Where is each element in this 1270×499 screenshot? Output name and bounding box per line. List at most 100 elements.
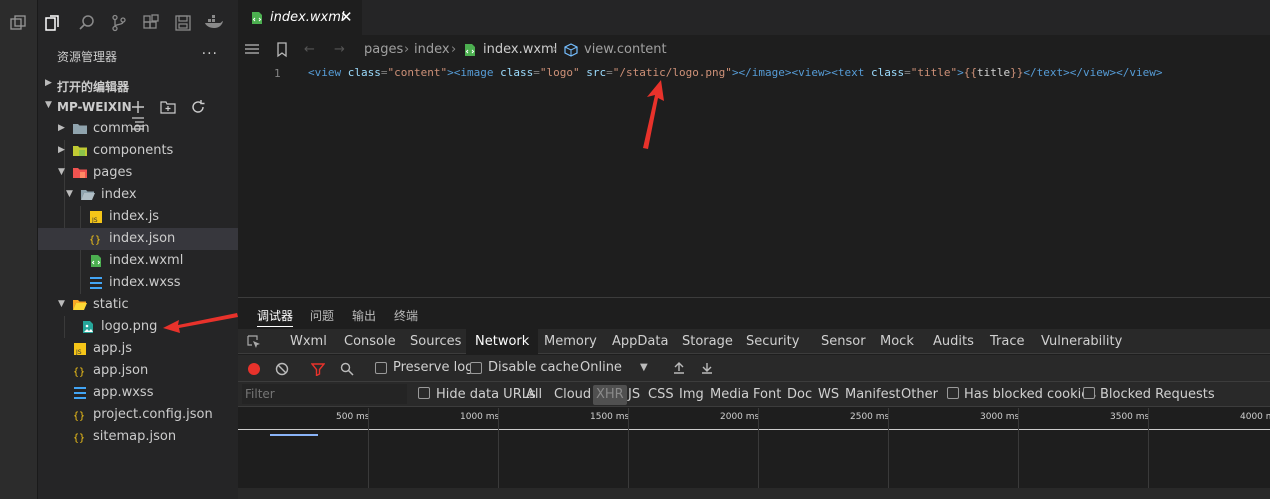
code-token: ></image><view><text xyxy=(731,66,872,79)
search-icon[interactable] xyxy=(78,14,96,32)
tab-problems[interactable]: 问题 xyxy=(310,307,334,324)
code-token: class xyxy=(500,66,534,79)
throttle-select[interactable]: Online xyxy=(580,360,622,375)
filter-type-xhr[interactable]: XHR xyxy=(593,385,627,405)
tree-item-app-wxss[interactable]: app.wxss xyxy=(38,382,238,404)
tree-item-index-json[interactable]: {} index.json xyxy=(38,228,238,250)
tree-item-label: app.js xyxy=(93,341,132,356)
network-timeline[interactable]: 500 ms 1000 ms 1500 ms 2000 ms 2500 ms 3… xyxy=(238,408,1270,499)
search-icon[interactable] xyxy=(340,362,354,376)
filter-type-js[interactable]: JS xyxy=(628,387,640,402)
open-editors-section[interactable]: ▶ 打开的编辑器 xyxy=(38,74,238,96)
tab-index-wxml[interactable]: index.wxml ✕ xyxy=(238,0,362,35)
tree-item-sitemap-json[interactable]: {} sitemap.json xyxy=(38,426,238,448)
filter-type-all[interactable]: All xyxy=(526,387,542,402)
breadcrumb-item[interactable]: pages xyxy=(364,42,403,57)
blocked-requests-checkbox[interactable] xyxy=(1083,387,1095,399)
code-token: = xyxy=(380,66,388,79)
new-file-icon[interactable] xyxy=(130,99,146,115)
filter-type-css[interactable]: CSS xyxy=(648,387,674,402)
tab-debugger[interactable]: 调试器 xyxy=(257,307,294,327)
devtools-tab-wxml[interactable]: Wxml xyxy=(290,329,327,354)
bookmark-icon[interactable] xyxy=(276,42,288,58)
svg-text:JS: JS xyxy=(91,217,98,224)
more-actions-button[interactable]: ··· xyxy=(202,46,218,62)
tree-item-label: index.js xyxy=(109,209,160,224)
devtools-tab-sources[interactable]: Sources xyxy=(410,329,461,354)
filter-type-ws[interactable]: WS xyxy=(818,387,839,402)
docker-icon[interactable] xyxy=(204,14,224,32)
tree-item-label: static xyxy=(93,297,129,312)
tree-item-components[interactable]: ▶ components xyxy=(38,140,238,162)
devtools-tab-network[interactable]: Network xyxy=(466,329,539,354)
tree-item-index-wxss[interactable]: index.wxss xyxy=(38,272,238,294)
timeline-label: 2000 ms xyxy=(720,412,760,422)
breadcrumb-item[interactable]: index.wxml xyxy=(483,42,557,57)
tree-item-static[interactable]: ▼ static xyxy=(38,294,238,316)
devtools-tab-memory[interactable]: Memory xyxy=(544,329,597,354)
devtools-tab-vulnerability[interactable]: Vulnerability xyxy=(1041,329,1122,354)
tree-item-index-js[interactable]: JS index.js xyxy=(38,206,238,228)
devtools-tab-storage[interactable]: Storage xyxy=(682,329,733,354)
new-folder-icon[interactable] xyxy=(160,99,176,115)
tree-item-project-config[interactable]: {} project.config.json xyxy=(38,404,238,426)
filter-type-doc[interactable]: Doc xyxy=(787,387,812,402)
filter-type-media[interactable]: Media xyxy=(710,387,749,402)
back-arrow-icon[interactable]: ← xyxy=(304,42,315,57)
filter-type-img[interactable]: Img xyxy=(679,387,704,402)
window-icon[interactable] xyxy=(9,14,27,32)
download-icon[interactable] xyxy=(700,361,714,375)
save-icon[interactable] xyxy=(174,14,192,32)
tree-item-common[interactable]: ▶ common xyxy=(38,118,238,140)
project-section[interactable]: ▼ MP-WEIXIN xyxy=(38,96,238,130)
activity-bar xyxy=(0,0,38,499)
devtools-tab-appdata[interactable]: AppData xyxy=(612,329,668,354)
record-icon[interactable] xyxy=(247,362,261,376)
filter-type-manifest[interactable]: Manifest xyxy=(845,387,900,402)
filter-row: Hide data URLs All Cloud XHR JS CSS Img … xyxy=(238,382,1270,407)
timeline-gridline xyxy=(1148,408,1149,499)
filter-type-other[interactable]: Other xyxy=(901,387,938,402)
folder-icon xyxy=(73,124,87,134)
tree-item-pages[interactable]: ▼ pages xyxy=(38,162,238,184)
source-control-icon[interactable] xyxy=(110,14,128,32)
preserve-log-checkbox[interactable] xyxy=(375,362,387,374)
code-line[interactable]: <view class="content"><image class="logo… xyxy=(308,66,1162,79)
tree-item-logo-png[interactable]: logo.png xyxy=(38,316,238,338)
inspect-element-icon[interactable] xyxy=(247,335,261,349)
filter-icon[interactable] xyxy=(311,362,325,376)
tab-terminal[interactable]: 终端 xyxy=(394,307,418,324)
list-icon[interactable] xyxy=(244,43,260,57)
devtools-tab-console[interactable]: Console xyxy=(344,329,396,354)
tab-output[interactable]: 输出 xyxy=(352,307,376,324)
clear-icon[interactable] xyxy=(275,362,289,376)
filter-type-font[interactable]: Font xyxy=(753,387,781,402)
devtools-tab-mock[interactable]: Mock xyxy=(880,329,914,354)
refresh-icon[interactable] xyxy=(190,99,206,115)
breadcrumb-item[interactable]: index xyxy=(414,42,450,57)
devtools-tab-trace[interactable]: Trace xyxy=(990,329,1025,354)
forward-arrow-icon[interactable]: → xyxy=(334,42,345,57)
extensions-icon[interactable] xyxy=(142,14,160,32)
close-icon[interactable]: ✕ xyxy=(340,8,353,26)
devtools-tab-sensor[interactable]: Sensor xyxy=(821,329,866,354)
timeline-label: 4000 ms xyxy=(1240,412,1270,422)
tree-item-index-folder[interactable]: ▼ index xyxy=(38,184,238,206)
tree-item-index-wxml[interactable]: index.wxml xyxy=(38,250,238,272)
disable-cache-checkbox[interactable] xyxy=(470,362,482,374)
explorer-icon[interactable] xyxy=(44,14,62,32)
hide-data-urls-label: Hide data URLs xyxy=(436,387,536,402)
chevron-down-icon[interactable]: ▼ xyxy=(640,362,648,373)
upload-icon[interactable] xyxy=(672,361,686,375)
hide-data-urls-checkbox[interactable] xyxy=(418,387,430,399)
tree-item-app-js[interactable]: JS app.js xyxy=(38,338,238,360)
has-blocked-cookies-checkbox[interactable] xyxy=(947,387,959,399)
devtools-tab-security[interactable]: Security xyxy=(746,329,799,354)
filter-type-cloud[interactable]: Cloud xyxy=(554,387,591,402)
devtools-tab-audits[interactable]: Audits xyxy=(933,329,974,354)
code-editor[interactable]: 1 <view class="content"><image class="lo… xyxy=(238,62,1270,296)
explorer-sidebar: 资源管理器 ··· ▶ 打开的编辑器 ▼ MP-WEIXIN ▶ common … xyxy=(38,46,238,499)
breadcrumb-item[interactable]: view.content xyxy=(584,42,667,57)
tree-item-app-json[interactable]: {} app.json xyxy=(38,360,238,382)
filter-input[interactable] xyxy=(242,384,407,404)
